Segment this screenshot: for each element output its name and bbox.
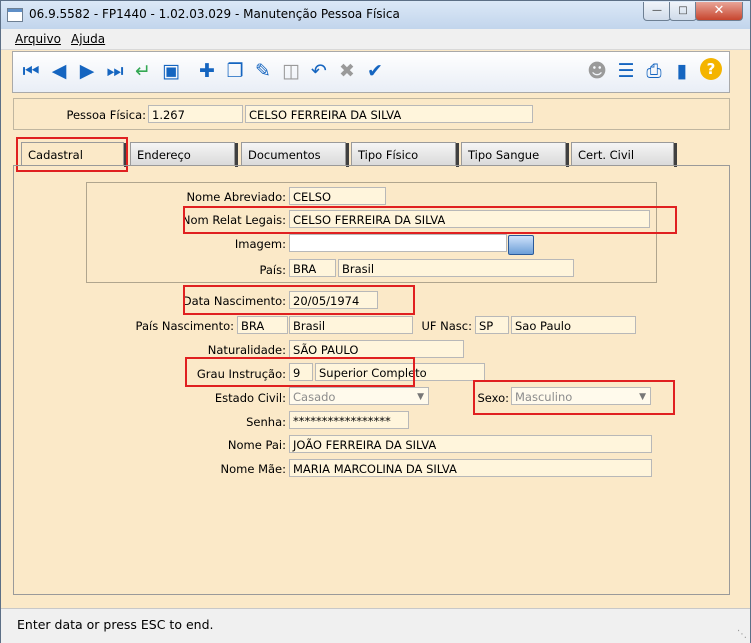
highlight-nom-relat: [183, 206, 677, 234]
pais-label: País:: [259, 263, 286, 277]
nome-pai-field[interactable]: JOÃO FERREIRA DA SILVA: [289, 435, 652, 453]
naturalidade-field[interactable]: SÃO PAULO: [289, 340, 464, 358]
edit-icon[interactable]: ✎: [251, 58, 275, 84]
title-bar: 06.9.5582 - FP1440 - 1.02.03.029 - Manut…: [1, 1, 750, 29]
prev-icon[interactable]: ◀: [47, 58, 71, 84]
exit-icon[interactable]: ▮: [670, 58, 694, 84]
confirm-icon[interactable]: ✔: [363, 58, 387, 84]
pessoa-fisica-code[interactable]: 1.267: [148, 105, 243, 123]
nome-abreviado-field[interactable]: CELSO: [289, 187, 386, 205]
image-picker-button[interactable]: [508, 235, 534, 255]
new-icon[interactable]: ✚: [195, 58, 219, 84]
window-title: 06.9.5582 - FP1440 - 1.02.03.029 - Manut…: [29, 7, 400, 21]
highlight-sexo: [473, 380, 675, 415]
next-icon[interactable]: ▶: [75, 58, 99, 84]
senha-field[interactable]: *****************: [289, 411, 409, 429]
tab-documentos[interactable]: Documentos: [241, 142, 349, 167]
help-icon[interactable]: ?: [700, 58, 722, 80]
copy-icon[interactable]: ❐: [223, 58, 247, 84]
tab-endereco[interactable]: Endereço: [130, 142, 238, 167]
estado-civil-value: Casado: [293, 390, 336, 404]
minimize-button[interactable]: —: [643, 2, 671, 21]
search-icon[interactable]: ▣: [159, 58, 183, 84]
first-icon[interactable]: ⏮: [19, 58, 43, 84]
nome-pai-label: Nome Pai:: [227, 438, 286, 452]
undo-icon[interactable]: ↶: [307, 58, 331, 84]
main-window: 06.9.5582 - FP1440 - 1.02.03.029 - Manut…: [0, 0, 751, 643]
cancel-icon[interactable]: ✖: [335, 58, 359, 84]
maximize-button[interactable]: □: [669, 2, 697, 21]
enter-icon[interactable]: ↵: [131, 58, 155, 84]
app-icon: [7, 8, 23, 22]
tab-tipo-sangue[interactable]: Tipo Sangue: [461, 142, 569, 167]
pessoa-fisica-name: CELSO FERREIRA DA SILVA: [245, 105, 533, 123]
highlight-data-nascimento: [183, 285, 415, 315]
estado-civil-label: Estado Civil:: [214, 391, 286, 405]
tab-cert-civil[interactable]: Cert. Civil: [571, 142, 677, 167]
close-button[interactable]: ✕: [695, 2, 743, 21]
chevron-down-icon: ▼: [417, 392, 424, 402]
pais-nascimento-label: País Nascimento:: [135, 319, 234, 333]
delete-icon[interactable]: ◫: [279, 58, 303, 84]
pessoa-fisica-label: Pessoa Física:: [66, 108, 146, 122]
menu-bar: Arquivo Ajuda: [1, 29, 750, 50]
highlight-grau-instrucao: [185, 357, 415, 387]
nome-mae-label: Nome Mãe:: [220, 462, 287, 476]
user-icon[interactable]: ☻: [585, 58, 609, 84]
imagem-label: Imagem:: [234, 237, 286, 251]
naturalidade-label: Naturalidade:: [207, 343, 286, 357]
pais-nascimento-code-field[interactable]: BRA: [237, 316, 288, 334]
estado-civil-select[interactable]: Casado ▼: [289, 387, 429, 405]
tab-tipo-fisico[interactable]: Tipo Físico: [351, 142, 459, 167]
uf-nasc-label: UF Nasc:: [421, 319, 472, 333]
pais-code-field[interactable]: BRA: [289, 259, 336, 277]
nome-abreviado-label: Nome Abreviado:: [186, 190, 286, 204]
pais-name-field: Brasil: [338, 259, 574, 277]
uf-nasc-code-field[interactable]: SP: [475, 316, 509, 334]
imagem-field[interactable]: [289, 234, 507, 252]
tree-icon[interactable]: ☰: [614, 58, 638, 84]
resize-grip-icon[interactable]: ⋱: [737, 629, 747, 640]
nome-mae-field[interactable]: MARIA MARCOLINA DA SILVA: [289, 459, 652, 477]
menu-ajuda[interactable]: Ajuda: [71, 32, 105, 46]
senha-label: Senha:: [246, 415, 286, 429]
menu-arquivo[interactable]: Arquivo: [15, 32, 61, 46]
last-icon[interactable]: ⏭: [103, 58, 127, 84]
status-text: Enter data or press ESC to end.: [17, 617, 214, 632]
pais-nascimento-name-field: Brasil: [289, 316, 413, 334]
toolbar: ⏮ ◀ ▶ ⏭ ↵ ▣ ✚ ❐ ✎ ◫ ↶ ✖ ✔ ☻ ☰ ⎙ ▮ ?: [12, 51, 730, 93]
print-icon[interactable]: ⎙: [642, 58, 666, 84]
uf-nasc-name-field: Sao Paulo: [511, 316, 636, 334]
status-bar: Enter data or press ESC to end. ⋱: [1, 608, 750, 643]
